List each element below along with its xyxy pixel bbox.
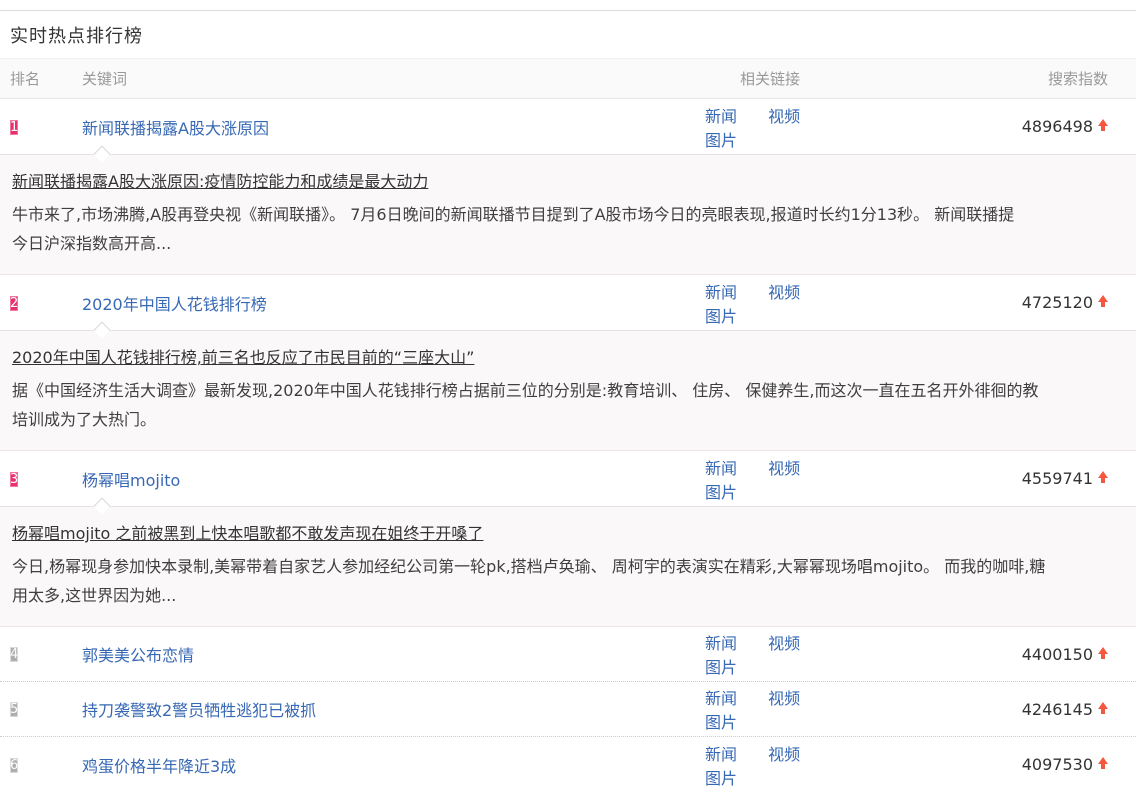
detail-body-line: 今日,杨幂现身参加快本录制,美幂带着自家艺人参加经纪公司第一轮pk,搭档卢奂瑜、… [12, 552, 1136, 581]
search-index-value: 4559741 [1022, 469, 1093, 488]
table-header-row: 排名 关键词 相关链接 搜索指数 [0, 58, 1136, 99]
news-link[interactable]: 新闻 [705, 630, 737, 654]
video-link[interactable]: 视频 [768, 741, 800, 765]
detail-body-line: 今日沪深指数高开高... [12, 229, 1136, 258]
page-title: 实时热点排行榜 [10, 22, 143, 48]
image-link[interactable]: 图片 [705, 303, 737, 327]
rank-badge: 2 [10, 296, 18, 311]
news-link[interactable]: 新闻 [705, 741, 737, 765]
search-index-value: 4246145 [1022, 700, 1093, 719]
rank-badge: 3 [10, 472, 18, 487]
rank-badge: 5 [10, 702, 18, 717]
video-link[interactable]: 视频 [768, 685, 800, 709]
image-link[interactable]: 图片 [705, 654, 737, 678]
detail-body-line: 牛市来了,市场沸腾,A股再登央视《新闻联播》。 7月6日晚间的新闻联播节目提到了… [12, 200, 1136, 229]
hot-list-panel: 实时热点排行榜 排名 关键词 相关链接 搜索指数 1 新闻联播揭露A股大涨原因 … [0, 10, 1136, 792]
column-header-rank: 排名 [0, 68, 82, 89]
column-header-keyword: 关键词 [82, 68, 705, 89]
hot-item-detail: 杨幂唱mojito 之前被黑到上快本唱歌都不敢发声现在姐终于开嗓了 今日,杨幂现… [0, 506, 1136, 627]
video-link[interactable]: 视频 [768, 630, 800, 654]
hot-item-detail: 新闻联播揭露A股大涨原因:疫情防控能力和成绩是最大动力 牛市来了,市场沸腾,A股… [0, 154, 1136, 275]
column-header-links: 相关链接 [705, 68, 870, 89]
up-arrow-icon [1098, 702, 1108, 715]
news-link[interactable]: 新闻 [705, 685, 737, 709]
image-link[interactable]: 图片 [705, 479, 737, 503]
table-row: 3 杨幂唱mojito 新闻 视频 图片 4559741 [0, 451, 1136, 506]
news-link[interactable]: 新闻 [705, 103, 737, 127]
keyword-link[interactable]: 2020年中国人花钱排行榜 [82, 295, 267, 314]
image-link[interactable]: 图片 [705, 127, 737, 151]
up-arrow-icon [1098, 471, 1108, 484]
hot-item-detail: 2020年中国人花钱排行榜,前三名也反应了市民目前的“三座大山” 据《中国经济生… [0, 330, 1136, 451]
search-index-value: 4400150 [1022, 645, 1093, 664]
keyword-link[interactable]: 杨幂唱mojito [82, 471, 180, 490]
search-index-value: 4725120 [1022, 293, 1093, 312]
table-row: 6 鸡蛋价格半年降近3成 新闻 视频 图片 4097530 [0, 737, 1136, 792]
video-link[interactable]: 视频 [768, 455, 800, 479]
video-link[interactable]: 视频 [768, 279, 800, 303]
search-index-value: 4896498 [1022, 117, 1093, 136]
keyword-link[interactable]: 持刀袭警致2警员牺牲逃犯已被抓 [82, 701, 316, 720]
detail-body-line: 用太多,这世界因为她... [12, 581, 1136, 610]
detail-body-line: 据《中国经济生活大调查》最新发现,2020年中国人花钱排行榜占据前三位的分别是:… [12, 376, 1136, 405]
panel-header: 实时热点排行榜 [0, 11, 1136, 58]
image-link[interactable]: 图片 [705, 765, 737, 789]
table-row: 5 持刀袭警致2警员牺牲逃犯已被抓 新闻 视频 图片 4246145 [0, 682, 1136, 737]
video-link[interactable]: 视频 [768, 103, 800, 127]
detail-title-link[interactable]: 杨幂唱mojito 之前被黑到上快本唱歌都不敢发声现在姐终于开嗓了 [12, 522, 483, 546]
up-arrow-icon [1098, 295, 1108, 308]
keyword-link[interactable]: 郭美美公布恋情 [82, 646, 194, 665]
search-index-value: 4097530 [1022, 755, 1093, 774]
keyword-link[interactable]: 新闻联播揭露A股大涨原因 [82, 119, 269, 138]
table-row: 4 郭美美公布恋情 新闻 视频 图片 4400150 [0, 627, 1136, 682]
news-link[interactable]: 新闻 [705, 455, 737, 479]
up-arrow-icon [1098, 757, 1108, 770]
table-row: 2 2020年中国人花钱排行榜 新闻 视频 图片 4725120 [0, 275, 1136, 330]
detail-title-link[interactable]: 2020年中国人花钱排行榜,前三名也反应了市民目前的“三座大山” [12, 346, 474, 370]
rank-badge: 4 [10, 647, 18, 662]
image-link[interactable]: 图片 [705, 709, 737, 733]
detail-body-line: 培训成为了大热门。 [12, 405, 1136, 434]
detail-title-link[interactable]: 新闻联播揭露A股大涨原因:疫情防控能力和成绩是最大动力 [12, 170, 428, 194]
rank-badge: 1 [10, 120, 18, 135]
rank-badge: 6 [10, 758, 18, 773]
up-arrow-icon [1098, 119, 1108, 132]
column-header-index: 搜索指数 [870, 68, 1108, 89]
keyword-link[interactable]: 鸡蛋价格半年降近3成 [82, 757, 236, 776]
up-arrow-icon [1098, 647, 1108, 660]
news-link[interactable]: 新闻 [705, 279, 737, 303]
table-row: 1 新闻联播揭露A股大涨原因 新闻 视频 图片 4896498 [0, 99, 1136, 154]
